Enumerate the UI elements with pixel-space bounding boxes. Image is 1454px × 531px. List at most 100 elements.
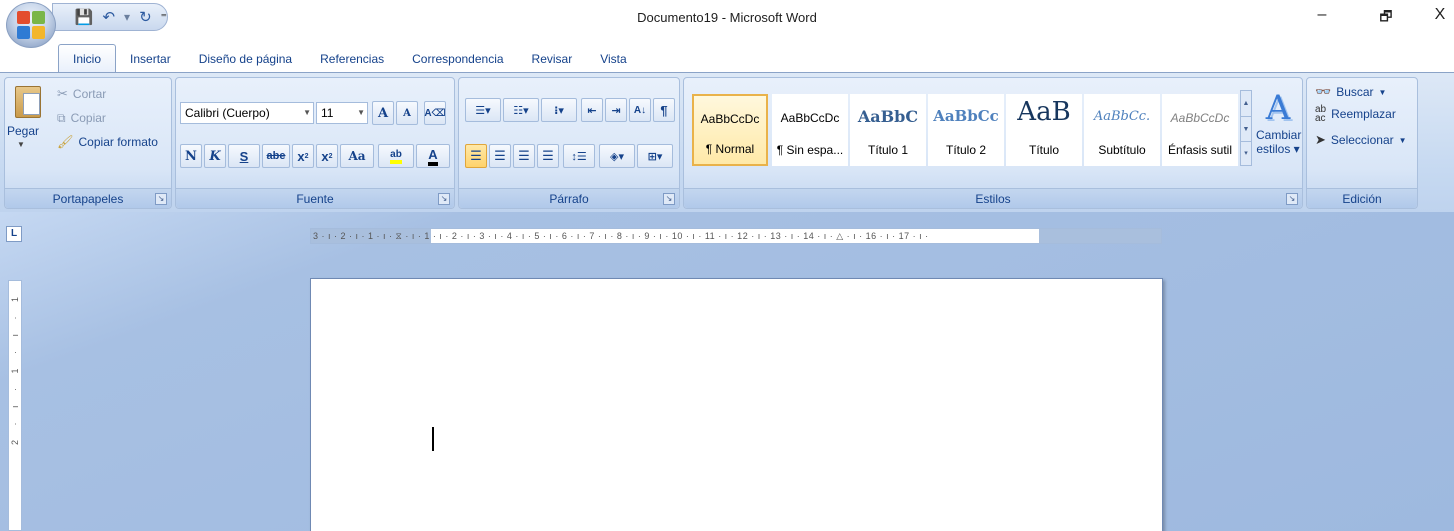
restore-button[interactable]: 🗗 xyxy=(1366,6,1406,30)
style-sin-espaciado[interactable]: AaBbCcDc ¶ Sin espa... xyxy=(772,94,848,166)
clear-format-icon[interactable]: A⌫ xyxy=(424,101,446,125)
clipboard-group: Pegar ▼ ✂ Cortar ⧉ Copiar 🖌 Copiar forma… xyxy=(4,77,172,209)
scissors-icon: ✂ xyxy=(57,86,68,101)
style-enfasis-sutil[interactable]: AaBbCcDc Énfasis sutil xyxy=(1162,94,1238,166)
font-size-combo[interactable]: 11 ▼ xyxy=(316,102,368,124)
minimize-button[interactable]: – xyxy=(1302,6,1342,24)
ribbon-tabs: Inicio Insertar Diseño de página Referen… xyxy=(58,44,641,72)
underline-button[interactable]: S xyxy=(228,144,260,168)
window-title: Documento19 - Microsoft Word xyxy=(637,10,817,25)
style-sample: AaBbCcDc xyxy=(700,112,760,126)
chevron-down-icon: ▼ xyxy=(357,108,365,117)
tab-selector-button[interactable]: L xyxy=(6,226,22,242)
change-styles-label: Cambiar xyxy=(1256,128,1302,142)
tab-diseno-pagina[interactable]: Diseño de página xyxy=(185,48,306,72)
highlight-button[interactable]: ab xyxy=(378,144,414,168)
vertical-ruler[interactable]: 2 · ı · 1 · ı · 1 xyxy=(8,280,22,531)
style-titulo-2[interactable]: AaBbCc Título 2 xyxy=(928,94,1004,166)
format-painter-label: Copiar formato xyxy=(78,135,158,149)
chevron-up-icon[interactable]: ▲ xyxy=(1241,91,1251,116)
borders-icon[interactable]: ⊞▾ xyxy=(637,144,673,168)
multilevel-list-icon[interactable]: ⁝▾ xyxy=(541,98,577,122)
document-page[interactable] xyxy=(310,278,1163,531)
paragraph-launcher-icon[interactable]: ↘ xyxy=(663,193,675,205)
styles-gallery-scroll[interactable]: ▲ ▼ ▾ xyxy=(1240,90,1252,166)
style-name: Título xyxy=(1028,143,1059,157)
change-styles-button[interactable]: A Cambiar estilos ▾ xyxy=(1256,88,1302,188)
tab-inicio[interactable]: Inicio xyxy=(58,44,117,72)
paragraph-group-label: Párrafo xyxy=(459,188,679,208)
shading-icon[interactable]: ◈▾ xyxy=(599,144,635,168)
office-logo-icon xyxy=(17,11,45,39)
close-button[interactable]: X xyxy=(1420,6,1454,24)
style-titulo-1[interactable]: AaBbC Título 1 xyxy=(850,94,926,166)
chevron-down-icon: ▼ xyxy=(303,108,311,117)
subscript-button[interactable]: x2 xyxy=(292,144,314,168)
style-sample: AaBbC xyxy=(857,107,919,126)
style-sample: AaBbCc xyxy=(933,107,999,125)
styles-group-label: Estilos xyxy=(684,188,1302,208)
brush-icon: 🖌 xyxy=(57,134,74,149)
font-size-value: 11 xyxy=(321,106,334,120)
font-color-button[interactable]: A xyxy=(416,144,450,168)
copy-button[interactable]: ⧉ Copiar xyxy=(57,108,106,128)
numbering-icon[interactable]: ☷▾ xyxy=(503,98,539,122)
justify-icon[interactable]: ☰ xyxy=(537,144,559,168)
italic-button[interactable]: K xyxy=(204,144,226,168)
tab-vista[interactable]: Vista xyxy=(586,48,640,72)
clipboard-launcher-icon[interactable]: ↘ xyxy=(155,193,167,205)
style-subtitulo[interactable]: AaBbCc. Subtítulo xyxy=(1084,94,1160,166)
bullets-icon[interactable]: ☰▾ xyxy=(465,98,501,122)
more-icon[interactable]: ▾ xyxy=(1241,141,1251,165)
document-workspace: L 3 · ı · 2 · ı · 1 · ı · ⧖ · ı · 1 · ı … xyxy=(0,212,1454,531)
sort-button[interactable]: A↓ xyxy=(629,98,651,122)
find-label: Buscar xyxy=(1336,85,1374,99)
cut-button[interactable]: ✂ Cortar xyxy=(57,84,106,104)
change-case-button[interactable]: Aa xyxy=(340,144,374,168)
style-name: Subtítulo xyxy=(1098,143,1146,157)
binoculars-icon: 👓 xyxy=(1315,84,1332,99)
superscript-label: x xyxy=(321,148,329,164)
bold-button[interactable]: N xyxy=(180,144,202,168)
paste-button[interactable]: Pegar ▼ xyxy=(7,86,47,152)
editing-group: 👓 Buscar ▼ ab ac Reemplazar ➤ Seleccionar… xyxy=(1306,77,1418,209)
style-titulo[interactable]: AaB Título xyxy=(1006,94,1082,166)
font-name-combo[interactable]: Calibri (Cuerpo) ▼ xyxy=(180,102,314,124)
subscript-label: x xyxy=(297,148,305,164)
chevron-down-icon[interactable]: ▼ xyxy=(1241,116,1251,141)
align-left-icon[interactable]: ☰ xyxy=(465,144,487,168)
format-painter-button[interactable]: 🖌 Copiar formato xyxy=(57,132,158,152)
font-color-label: A xyxy=(428,147,438,166)
office-button[interactable] xyxy=(6,2,56,48)
shrink-font-button[interactable]: A xyxy=(396,101,418,125)
chevron-down-icon: ▼ xyxy=(1378,87,1387,97)
highlight-label: ab xyxy=(390,149,402,164)
tab-insertar[interactable]: Insertar xyxy=(116,48,185,72)
increase-indent-icon[interactable]: ⇥ xyxy=(605,98,627,122)
styles-launcher-icon[interactable]: ↘ xyxy=(1286,193,1298,205)
horizontal-ruler[interactable]: 3 · ı · 2 · ı · 1 · ı · ⧖ · ı · 1 · ı · … xyxy=(310,228,1162,244)
tab-revisar[interactable]: Revisar xyxy=(518,48,587,72)
style-normal[interactable]: AaBbCcDc ¶ Normal xyxy=(692,94,768,166)
style-name: ¶ Sin espa... xyxy=(776,143,844,157)
tab-correspondencia[interactable]: Correspondencia xyxy=(398,48,517,72)
grow-font-button[interactable]: A xyxy=(372,101,394,125)
style-sample: AaBbCc. xyxy=(1093,109,1151,124)
select-button[interactable]: ➤ Seleccionar ▼ xyxy=(1315,130,1407,150)
strikethrough-button[interactable]: abe xyxy=(262,144,290,168)
font-name-value: Calibri (Cuerpo) xyxy=(185,106,270,120)
font-group-label: Fuente xyxy=(176,188,454,208)
styles-a-icon: A xyxy=(1265,88,1291,128)
replace-button[interactable]: ab ac Reemplazar xyxy=(1315,104,1396,124)
line-spacing-icon[interactable]: ↕☰ xyxy=(563,144,595,168)
align-right-icon[interactable]: ☰ xyxy=(513,144,535,168)
style-name: Título 1 xyxy=(867,143,909,157)
tab-referencias[interactable]: Referencias xyxy=(306,48,398,72)
chevron-down-icon: ▼ xyxy=(1398,135,1407,145)
find-button[interactable]: 👓 Buscar ▼ xyxy=(1315,82,1386,102)
show-marks-button[interactable]: ¶ xyxy=(653,98,675,122)
font-launcher-icon[interactable]: ↘ xyxy=(438,193,450,205)
superscript-button[interactable]: x2 xyxy=(316,144,338,168)
align-center-icon[interactable]: ☰ xyxy=(489,144,511,168)
decrease-indent-icon[interactable]: ⇤ xyxy=(581,98,603,122)
